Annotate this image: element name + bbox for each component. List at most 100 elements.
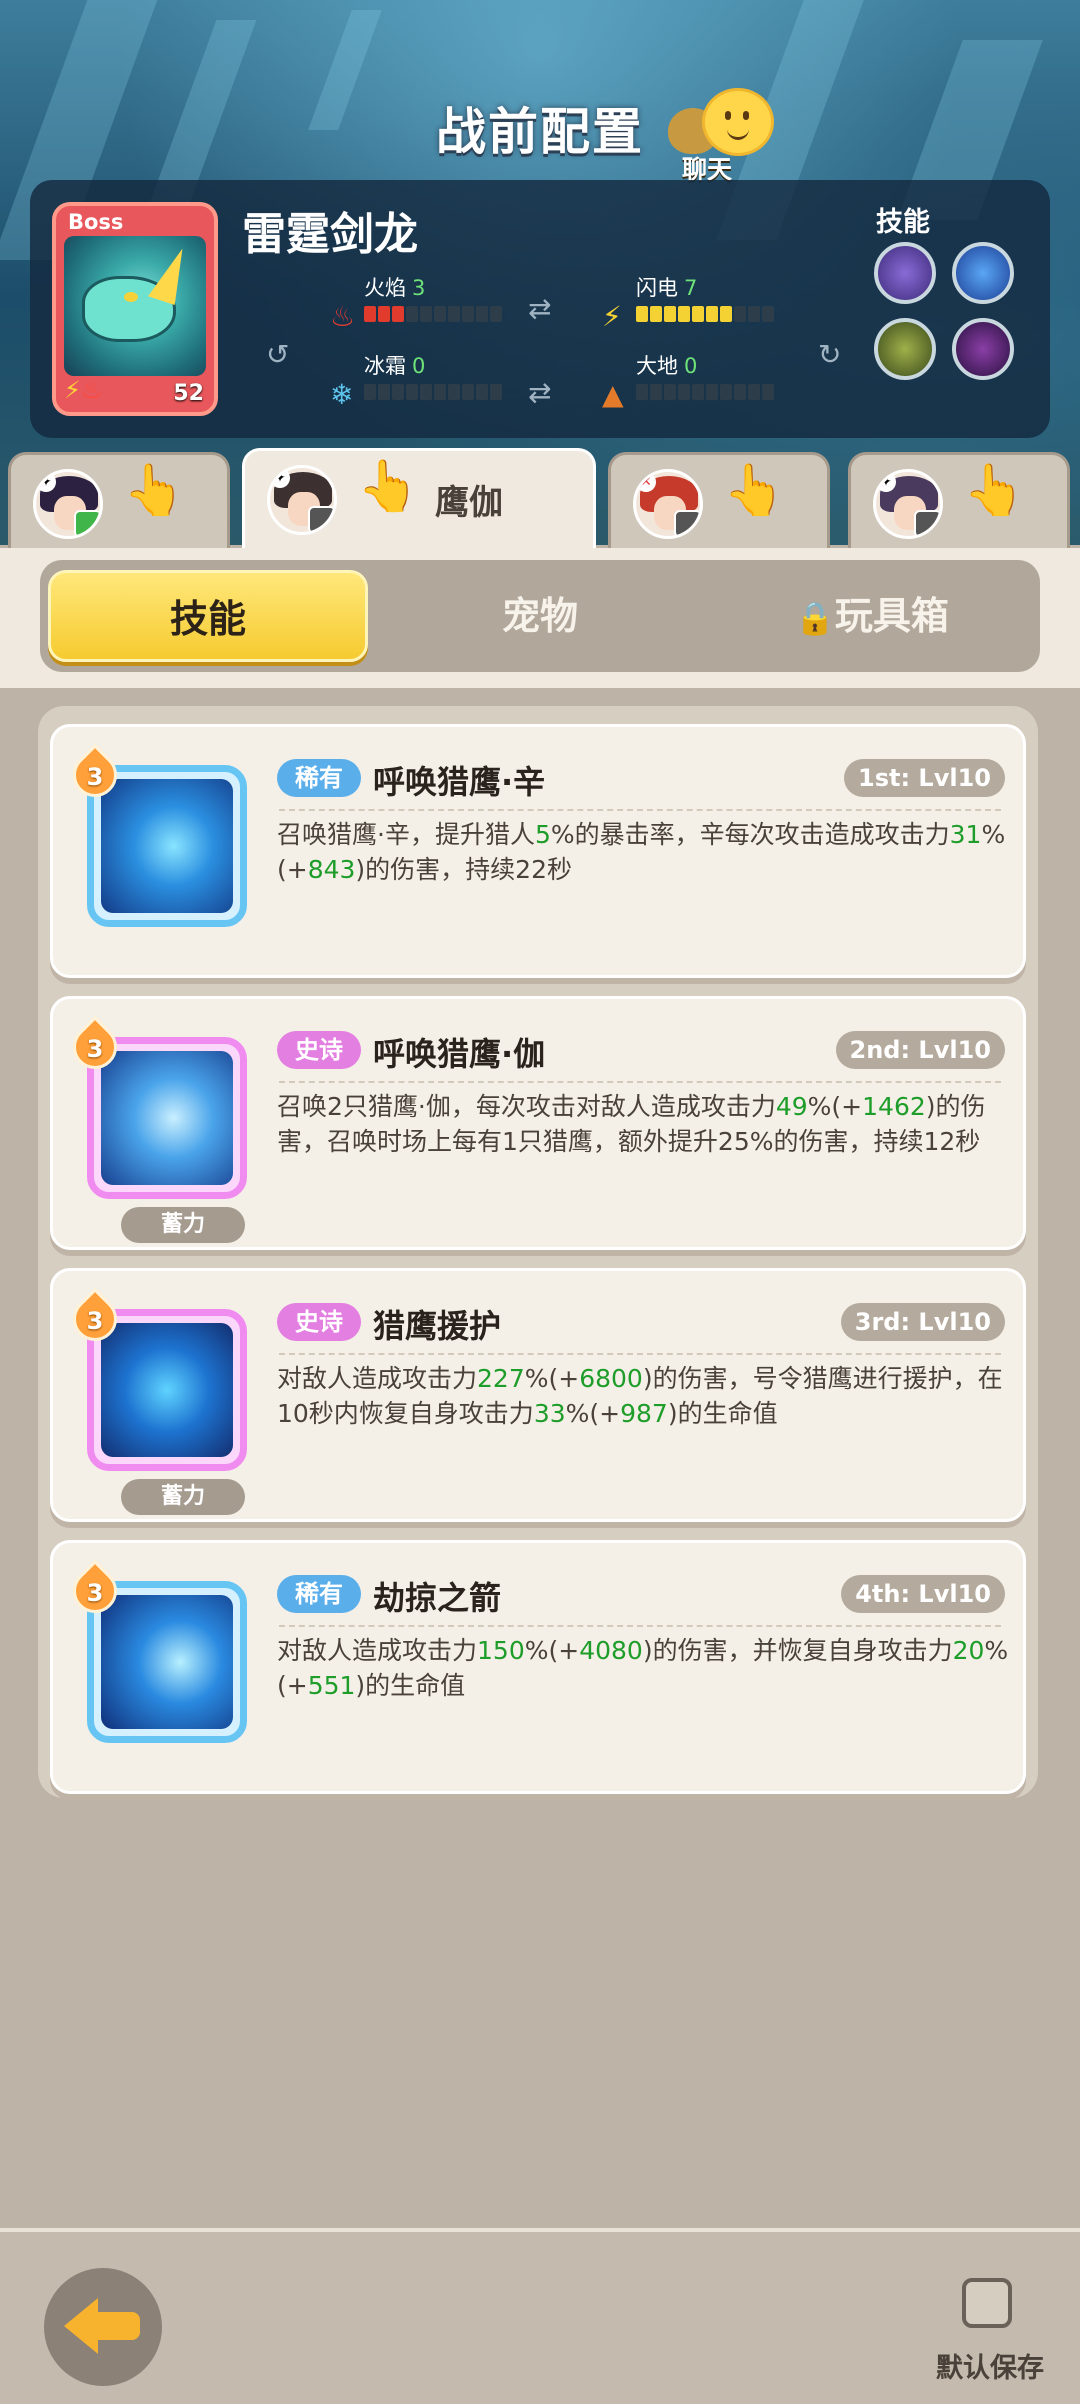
stat-bar-segment (748, 306, 760, 322)
chat-button[interactable]: 聊天 (660, 82, 780, 184)
stat-bar-segment (762, 384, 774, 400)
dragon-portrait (64, 236, 206, 376)
falcon-skill-art (101, 1051, 233, 1185)
stat-bar-segment (692, 306, 704, 322)
skill-card[interactable]: 3 蓄力 史诗 猎鹰援护 3rd: Lvl10 对敌人造成攻击力227%(+6800)的伤… (50, 1268, 1026, 1522)
lock-icon: 🔒 (795, 599, 835, 637)
stat-bar-segment (490, 306, 502, 322)
tap-hand-icon: 👆 (123, 461, 186, 519)
skill-level: 1st: Lvl10 (844, 759, 1005, 797)
stat-bar-segment (734, 306, 746, 322)
rarity-badge: 史诗 (277, 1031, 361, 1069)
stat-bar-segment (664, 306, 676, 322)
skill-value: 1462 (862, 1092, 926, 1121)
skill-value: 843 (307, 855, 356, 884)
fire-icon: ♨ (330, 300, 356, 333)
skill-card[interactable]: 3 蓄力 史诗 呼唤猎鹰·伽 2nd: Lvl10 召唤2只猎鹰·伽，每次攻击对敌人造成攻… (50, 996, 1026, 1250)
stat-bar-segment (392, 384, 404, 400)
stat-bar-segment (406, 306, 418, 322)
stat-bar-segment (678, 384, 690, 400)
back-button[interactable] (44, 2268, 162, 2386)
falcon-skill-art (101, 779, 233, 913)
skill-description: 召唤2只猎鹰·伽，每次攻击对敌人造成攻击力49%(+1462)的伤害，召唤时场上… (277, 1089, 1017, 1159)
hero-tab-3[interactable]: ✕ 👆 (608, 452, 830, 548)
lightning-skill-icon[interactable] (952, 242, 1014, 304)
default-save-label: 默认保存 (936, 2353, 1044, 2384)
stat-bar-segment (692, 384, 704, 400)
skill-value: 4080 (579, 1636, 643, 1665)
tab-toybox[interactable]: 🔒玩具箱 (712, 570, 1032, 662)
skill-text: )的伤害，并恢复自身攻击力 (642, 1636, 953, 1665)
divider (279, 1081, 1001, 1083)
skill-description: 召唤猎鹰·辛，提升猎人5%的暴击率，辛每次攻击造成攻击力31%(+843)的伤害… (277, 817, 1017, 887)
tab-skills[interactable]: 技能 (48, 570, 368, 662)
vortex-skill-icon[interactable] (874, 242, 936, 304)
stat-bar-segment (490, 384, 502, 400)
stat-bar-segment (748, 384, 760, 400)
stat-bar-segment (364, 306, 376, 322)
tab-toybox-label: 玩具箱 (834, 594, 949, 638)
stat-label: 闪电 7 (636, 276, 698, 300)
skill-name: 呼唤猎鹰·伽 (373, 1035, 546, 1073)
skill-text: )的生命值 (355, 1671, 466, 1700)
stat-bar-segment (462, 306, 474, 322)
stat-bar-segment (636, 306, 648, 322)
tap-hand-icon: 👆 (963, 461, 1026, 519)
hero-tab-4[interactable]: ✦ 👆 (848, 452, 1070, 548)
rarity-badge: 史诗 (277, 1303, 361, 1341)
hero-tab-1[interactable]: ✦ 👆 (8, 452, 230, 548)
snowflake-icon: ❄ (330, 378, 354, 411)
falcon-skill-art (101, 1323, 233, 1457)
skill-star-badge: 3 (63, 743, 127, 807)
lightning-icon: ⚡ (602, 300, 622, 333)
stat-bar-segment (420, 384, 432, 400)
stat-bar-segment (392, 306, 404, 322)
earth-icon: ▲ (602, 378, 624, 411)
hero-avatar: ✦ (33, 469, 103, 539)
skill-star-badge: 3 (63, 1015, 127, 1079)
skill-star-badge: 3 (63, 1559, 127, 1623)
stat-bar-segment (434, 306, 446, 322)
skill-name: 猎鹰援护 (373, 1307, 502, 1345)
boss-level: 52 (173, 381, 204, 406)
divider (279, 1625, 1001, 1627)
beast-skill-icon[interactable] (874, 318, 936, 380)
default-save-checkbox[interactable] (962, 2278, 1012, 2328)
skill-value: 6800 (579, 1364, 643, 1393)
skill-text: 召唤猎鹰·辛，提升猎人 (277, 820, 535, 849)
stat-bar-segment (476, 306, 488, 322)
skill-text: %的暴击率，辛每次攻击造成攻击力 (550, 820, 950, 849)
stat-bar-segment (762, 306, 774, 322)
stat-label: 火焰 3 (364, 276, 426, 300)
skill-text: %(+ (524, 1636, 580, 1665)
boss-skills-label: 技能 (876, 207, 930, 238)
rarity-badge: 稀有 (277, 759, 361, 797)
skill-card[interactable]: 3 稀有 呼唤猎鹰·辛 1st: Lvl10 召唤猎鹰·辛，提升猎人5%的暴击率，辛每次… (50, 724, 1026, 978)
skill-card[interactable]: 3 稀有 劫掠之箭 4th: Lvl10 对敌人造成攻击力150%(+4080)的伤害，… (50, 1540, 1026, 1794)
stat-bar-segment (636, 384, 648, 400)
hero-tab-2[interactable]: ✦ 👆 鹰伽 (242, 448, 596, 550)
stat-bar (636, 306, 774, 322)
back-arrow-icon (64, 2298, 98, 2354)
falcon-skill-art (101, 1595, 233, 1729)
tap-hand-icon: 👆 (723, 461, 786, 519)
stat-bar-segment (462, 384, 474, 400)
category-tabs: 技能 宠物 🔒玩具箱 (0, 548, 1080, 688)
dark-skill-icon[interactable] (952, 318, 1014, 380)
tab-pets[interactable]: 宠物 (380, 570, 700, 662)
stat-bar-segment (448, 306, 460, 322)
skill-level: 3rd: Lvl10 (840, 1303, 1005, 1341)
skill-value: 33 (533, 1399, 566, 1428)
skill-level: 4th: Lvl10 (841, 1575, 1005, 1613)
tap-hand-icon: 👆 (357, 457, 420, 515)
skill-level: 2nd: Lvl10 (835, 1031, 1005, 1069)
stat-bar-segment (664, 384, 676, 400)
stat-bar-segment (706, 384, 718, 400)
stat-bar-segment (420, 306, 432, 322)
stat-label: 冰霜 0 (364, 354, 426, 378)
skill-value: 227 (477, 1364, 525, 1393)
boss-card[interactable]: Boss ⚡♨ 52 (52, 202, 218, 416)
skill-value: 20 (952, 1636, 985, 1665)
skill-text: )的生命值 (667, 1399, 778, 1428)
skill-name: 呼唤猎鹰·辛 (373, 763, 546, 801)
